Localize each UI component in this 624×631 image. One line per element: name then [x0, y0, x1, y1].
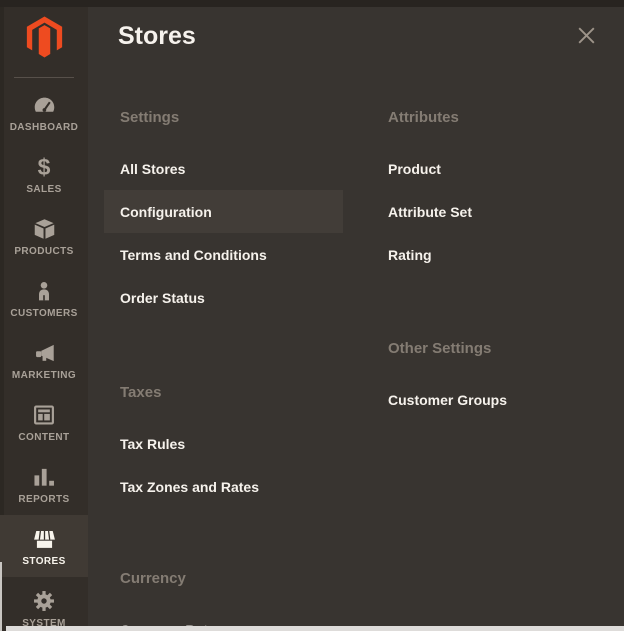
menu-item-tax-rules[interactable]: Tax Rules: [104, 422, 343, 465]
menu-section-attributes: Attributes Product Attribute Set Rating: [372, 108, 611, 276]
admin-sidebar: DASHBOARD $ SALES PRODUCTS: [0, 7, 88, 631]
menu-item-rating[interactable]: Rating: [372, 233, 611, 276]
sidebar-item-label: PRODUCTS: [14, 246, 73, 258]
sidebar-item-label: REPORTS: [18, 494, 69, 506]
dollar-sign-icon: $: [38, 153, 51, 181]
megaphone-icon: [31, 339, 58, 367]
storefront-icon: [31, 525, 58, 553]
section-heading: Settings: [104, 108, 343, 128]
bar-chart-icon: [31, 463, 57, 491]
menu-item-attribute-set[interactable]: Attribute Set: [372, 190, 611, 233]
sidebar-item-products[interactable]: PRODUCTS: [0, 205, 88, 267]
sidebar-item-reports[interactable]: REPORTS: [0, 453, 88, 515]
sidebar-item-marketing[interactable]: MARKETING: [0, 329, 88, 391]
sidebar-item-label: STORES: [22, 556, 65, 568]
window-top-edge: [0, 0, 624, 7]
sidebar-item-sales[interactable]: $ SALES: [0, 143, 88, 205]
sidebar-item-system[interactable]: SYSTEM: [0, 577, 88, 631]
sidebar-item-content[interactable]: CONTENT: [0, 391, 88, 453]
menu-item-order-status[interactable]: Order Status: [104, 276, 343, 319]
section-heading: Other Settings: [372, 339, 611, 359]
menu-item-all-stores[interactable]: All Stores: [104, 147, 343, 190]
menu-section-currency: Currency Currency Rates: [104, 569, 343, 631]
sidebar-item-stores[interactable]: STORES: [0, 515, 88, 577]
gear-icon: [31, 587, 57, 615]
close-x-icon: [575, 24, 598, 47]
menu-section-settings: Settings All Stores Configuration Terms …: [104, 108, 343, 319]
menu-item-customer-groups[interactable]: Customer Groups: [372, 378, 611, 421]
sidebar-item-customers[interactable]: CUSTOMERS: [0, 267, 88, 329]
menu-section-other-settings: Other Settings Customer Groups: [372, 339, 611, 421]
sidebar-item-label: CUSTOMERS: [10, 308, 77, 320]
layout-icon: [31, 401, 57, 429]
sidebar-divider: [14, 77, 74, 78]
page-bottom-edge: [6, 626, 624, 631]
sidebar-item-label: SALES: [26, 184, 61, 196]
magento-logo-icon[interactable]: [24, 14, 65, 60]
sidebar-item-dashboard[interactable]: DASHBOARD: [0, 81, 88, 143]
menu-item-configuration[interactable]: Configuration: [104, 190, 343, 233]
magento-admin-screen: DASHBOARD $ SALES PRODUCTS: [0, 0, 624, 631]
section-heading: Attributes: [372, 108, 611, 128]
page-left-edge: [0, 562, 2, 631]
menu-item-tax-zones-and-rates[interactable]: Tax Zones and Rates: [104, 465, 343, 508]
section-heading: Taxes: [104, 383, 343, 403]
box-icon: [31, 215, 58, 243]
person-icon: [32, 277, 56, 305]
stores-flyout-menu: Stores Settings All Stores Configuration…: [88, 7, 624, 631]
dashboard-gauge-icon: [31, 91, 58, 119]
menu-section-taxes: Taxes Tax Rules Tax Zones and Rates: [104, 383, 343, 508]
menu-title: Stores: [118, 20, 196, 52]
sidebar-item-label: DASHBOARD: [10, 122, 79, 134]
sidebar-item-label: MARKETING: [12, 370, 76, 382]
menu-item-product[interactable]: Product: [372, 147, 611, 190]
sidebar-item-label: CONTENT: [18, 432, 69, 444]
close-menu-button[interactable]: [570, 19, 602, 51]
section-heading: Currency: [104, 569, 343, 589]
magento-logo-svg: [24, 14, 65, 60]
sidebar-nav: DASHBOARD $ SALES PRODUCTS: [0, 81, 88, 631]
menu-item-terms-and-conditions[interactable]: Terms and Conditions: [104, 233, 343, 276]
